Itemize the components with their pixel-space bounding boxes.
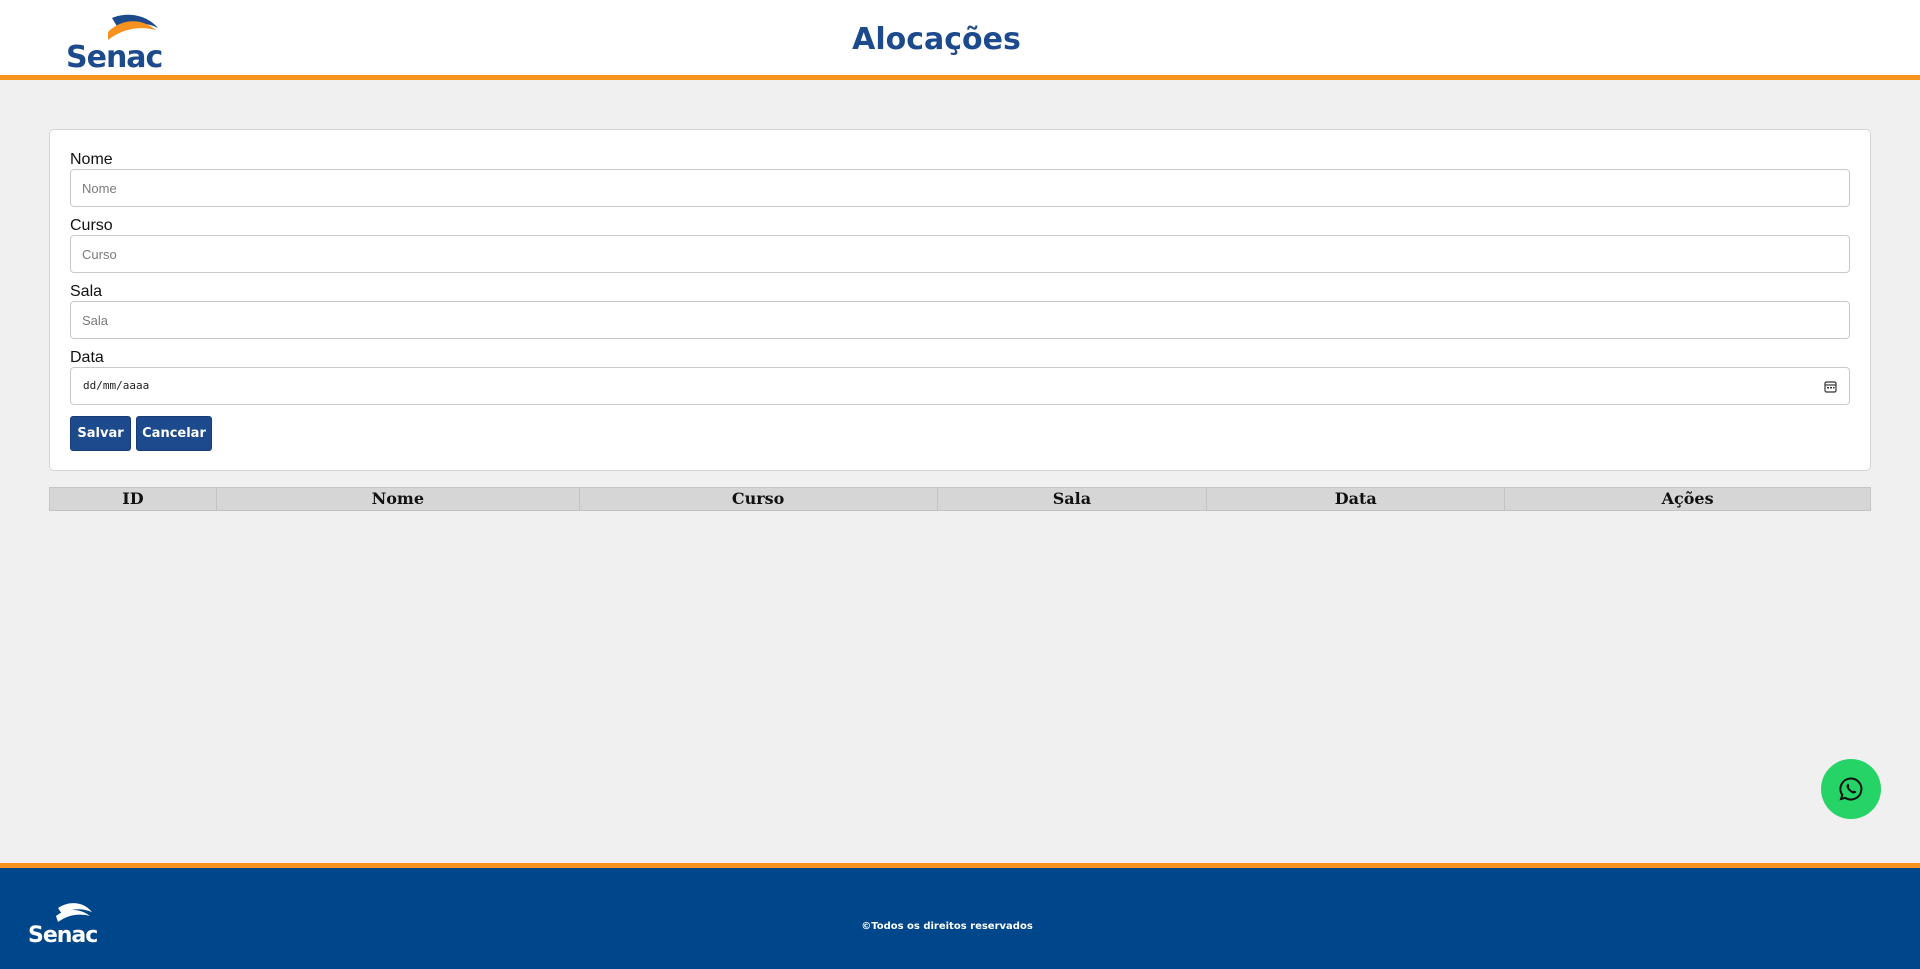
curso-input[interactable] (70, 235, 1850, 273)
cancel-button[interactable]: Cancelar (136, 416, 212, 451)
calendar-icon[interactable] (1824, 380, 1837, 393)
site-footer: Senac ©Todos os direitos reservados (0, 863, 1920, 969)
data-date-input[interactable]: dd/mm/aaaa (70, 367, 1850, 405)
curso-label: Curso (70, 217, 113, 234)
column-header-data: Data (1206, 487, 1506, 511)
save-button[interactable]: Salvar (70, 416, 131, 451)
nome-label: Nome (70, 151, 113, 168)
allocations-table: ID Nome Curso Sala Data Ações (49, 487, 1871, 511)
page-title: Alocações (852, 22, 1021, 57)
column-header-sala: Sala (936, 487, 1208, 511)
site-header: Senac Alocações (0, 0, 1920, 80)
column-header-id: ID (49, 487, 217, 511)
sala-label: Sala (70, 283, 103, 300)
date-placeholder: dd/mm/aaaa (83, 379, 150, 392)
data-label: Data (70, 349, 104, 366)
column-header-acoes: Ações (1504, 487, 1871, 511)
column-header-nome: Nome (215, 487, 580, 511)
whatsapp-icon (1839, 777, 1863, 801)
whatsapp-button[interactable] (1821, 759, 1881, 819)
column-header-curso: Curso (578, 487, 938, 511)
sala-input[interactable] (70, 301, 1850, 339)
copyright-text: ©Todos os direitos reservados (861, 921, 1033, 932)
nome-input[interactable] (70, 169, 1850, 207)
table-header-row: ID Nome Curso Sala Data Ações (49, 487, 1871, 511)
